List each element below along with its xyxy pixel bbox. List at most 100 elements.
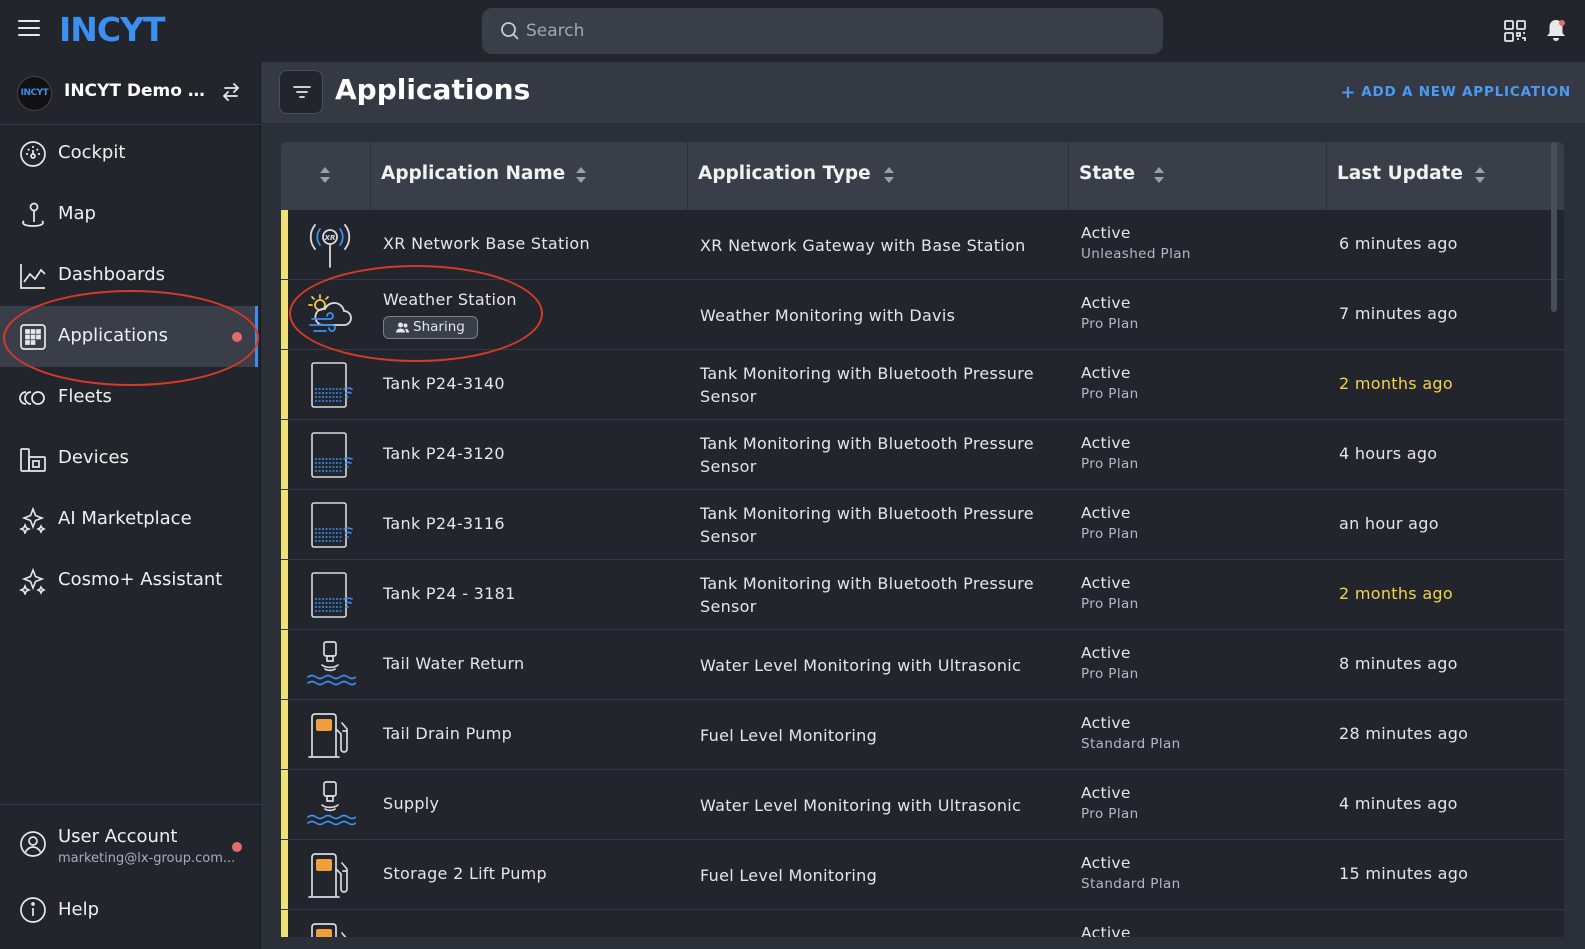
menu-icon[interactable]: [18, 20, 40, 38]
sidebar-item-applications[interactable]: Applications: [0, 306, 258, 367]
weather-icon: [304, 289, 356, 341]
application-type: Tank Monitoring with Bluetooth Pressure …: [700, 574, 1034, 616]
sidebar-item-cockpit[interactable]: Cockpit: [0, 123, 258, 184]
state-label: Active: [1081, 714, 1131, 732]
row-marker: [281, 560, 288, 629]
grid-icon: [20, 324, 46, 350]
column-header-type[interactable]: Application Type: [688, 142, 1069, 210]
sparkles-icon: [19, 567, 46, 595]
column-header-icon[interactable]: [281, 142, 371, 210]
top-bar: INCYT: [0, 0, 1585, 62]
application-name[interactable]: Weather Station: [383, 290, 517, 309]
sidebar-item-fleets[interactable]: Fleets: [0, 367, 258, 428]
table-row[interactable]: Storage 2 Lift Pump Fuel Level Monitoring…: [281, 840, 1564, 910]
svg-text:XR: XR: [324, 234, 336, 242]
sidebar-item-label: Cockpit: [58, 142, 126, 163]
filter-button[interactable]: [279, 70, 323, 114]
fuel-icon: [304, 919, 356, 937]
sidebar-item-devices[interactable]: Devices: [0, 428, 258, 489]
org-avatar: INCYT: [17, 76, 52, 111]
table-row[interactable]: Tank P24-3140 Tank Monitoring with Blueto…: [281, 350, 1564, 420]
table-row[interactable]: Supply Water Level Monitoring with Ultras…: [281, 770, 1564, 840]
bell-icon[interactable]: [1545, 18, 1567, 42]
user-icon: [20, 831, 46, 857]
application-name[interactable]: Tank P24-3140: [383, 374, 505, 393]
antenna-icon: XR: [304, 219, 356, 271]
user-email: marketing@lx-group.com...: [58, 851, 236, 866]
sidebar-item-ai-marketplace[interactable]: AI Marketplace: [0, 489, 258, 550]
column-header-last-update[interactable]: Last Update: [1327, 142, 1564, 210]
sort-icon[interactable]: [1154, 167, 1164, 185]
qr-code-icon[interactable]: [1503, 19, 1527, 43]
fuel-icon: [304, 709, 356, 761]
add-application-button[interactable]: + ADD A NEW APPLICATION: [1340, 82, 1571, 103]
search-input[interactable]: [526, 8, 1126, 54]
last-update: 2 months ago: [1339, 584, 1453, 603]
plus-icon: +: [1340, 82, 1357, 103]
filter-icon: [293, 86, 311, 98]
column-label: Last Update: [1337, 163, 1463, 184]
sort-icon[interactable]: [1475, 167, 1485, 185]
sidebar-item-dashboards[interactable]: Dashboards: [0, 245, 258, 306]
table-row[interactable]: Tank P24-3116 Tank Monitoring with Blueto…: [281, 490, 1564, 560]
application-type: Fuel Level Monitoring: [700, 866, 878, 885]
application-name[interactable]: Tank P24-3120: [383, 444, 505, 463]
add-application-label: ADD A NEW APPLICATION: [1361, 84, 1571, 100]
application-name[interactable]: Tail Water Return: [383, 654, 524, 673]
sidebar-item-label: Fleets: [58, 386, 112, 407]
sharing-badge: Sharing: [383, 316, 478, 339]
table-row[interactable]: Tank P24-3120 Tank Monitoring with Blueto…: [281, 420, 1564, 490]
last-update: 28 minutes ago: [1339, 724, 1469, 743]
plan-label: Pro Plan: [1081, 806, 1139, 822]
row-marker: [281, 910, 288, 937]
sidebar-item-map[interactable]: Map: [0, 184, 258, 245]
column-header-name[interactable]: Application Name: [371, 142, 688, 210]
swap-icon[interactable]: [221, 83, 241, 101]
application-type: Weather Monitoring with Davis: [700, 306, 956, 325]
last-update: 6 minutes ago: [1339, 234, 1458, 253]
table-row[interactable]: XR XR Network Base Station XR Network Gate…: [281, 210, 1564, 280]
plan-label: Pro Plan: [1081, 386, 1139, 402]
info-icon: [20, 897, 46, 923]
application-name[interactable]: Storage 2 Lift Pump: [383, 864, 547, 883]
sort-icon[interactable]: [576, 167, 586, 185]
sidebar-item-label: Cosmo+ Assistant: [58, 569, 223, 590]
application-name[interactable]: Supply: [383, 794, 439, 813]
org-switcher[interactable]: INCYT INCYT Demo O...: [0, 62, 261, 125]
gauge-icon: [20, 141, 46, 167]
sort-icon[interactable]: [320, 167, 330, 185]
application-type: Fuel Level Monitoring: [700, 726, 878, 745]
application-name[interactable]: Tank P24-3116: [383, 514, 505, 533]
application-name[interactable]: Tail Drain Pump: [383, 724, 512, 743]
table-row[interactable]: Tank P24 - 3181 Tank Monitoring with Blue…: [281, 560, 1564, 630]
column-header-state[interactable]: State: [1069, 142, 1327, 210]
state-label: Active: [1081, 294, 1131, 312]
user-account-button[interactable]: User Account marketing@lx-group.com...: [0, 815, 261, 875]
row-marker: [281, 700, 288, 769]
table-row[interactable]: Tail Drain Pump Fuel Level Monitoring Acti…: [281, 700, 1564, 770]
row-marker: [281, 490, 288, 559]
search-bar[interactable]: [482, 8, 1163, 54]
row-marker: [281, 630, 288, 699]
scrollbar[interactable]: [1551, 142, 1557, 312]
ultrasonic-icon: [304, 779, 357, 831]
row-marker: [281, 210, 288, 279]
page-header: Applications + ADD A NEW APPLICATION: [261, 62, 1585, 123]
table-row[interactable]: Tail Water Return Water Level Monitoring …: [281, 630, 1564, 700]
application-name[interactable]: XR Network Base Station: [383, 234, 590, 253]
logo[interactable]: INCYT: [59, 10, 166, 49]
help-button[interactable]: Help: [0, 880, 261, 940]
row-marker: [281, 840, 288, 909]
users-icon: [396, 322, 409, 333]
plan-label: Standard Plan: [1081, 736, 1181, 752]
sidebar-item-cosmo-assistant[interactable]: Cosmo+ Assistant: [0, 550, 258, 611]
plan-label: Unleashed Plan: [1081, 246, 1191, 262]
sparkles-icon: [19, 506, 46, 534]
last-update: 4 minutes ago: [1339, 794, 1458, 813]
application-name[interactable]: Tank P24 - 3181: [383, 584, 516, 603]
application-type: XR Network Gateway with Base Station: [700, 236, 1026, 255]
map-pin-icon: [22, 202, 44, 227]
sort-icon[interactable]: [884, 167, 894, 185]
table-row[interactable]: Weather Station Sharing Weather Monitoring…: [281, 280, 1564, 350]
table-row[interactable]: Active: [281, 910, 1564, 937]
